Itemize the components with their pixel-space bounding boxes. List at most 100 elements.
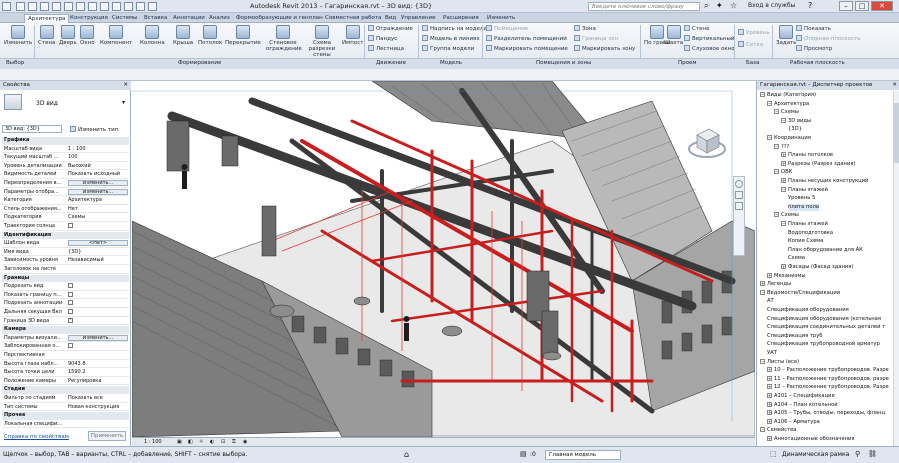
browser-tree-item[interactable]: +10 – Расположение трубопроводов. Разре: [767, 367, 889, 374]
room-separator-button[interactable]: Разделитель помещений: [486, 35, 567, 43]
tab-systems[interactable]: Системы: [109, 14, 141, 23]
property-row[interactable]: Масштаб вида 1 : 100: [2, 146, 129, 154]
thin-lines-icon[interactable]: [124, 2, 133, 11]
door-button[interactable]: Дверь: [59, 25, 77, 46]
3d-model-render[interactable]: [132, 81, 755, 437]
text-icon[interactable]: [88, 2, 97, 11]
browser-tree-item[interactable]: − Виды (Категория): [760, 92, 816, 99]
group-room-label[interactable]: Помещения и зоны: [536, 60, 591, 66]
property-category[interactable]: Идентификация: [2, 231, 129, 240]
property-checkbox[interactable]: [68, 223, 73, 228]
search-input[interactable]: Введите ключевое слово/фразу: [588, 2, 700, 11]
collapse-icon[interactable]: −: [781, 221, 786, 226]
property-category[interactable]: Камера: [2, 326, 129, 334]
level-button[interactable]: Уровень: [738, 29, 770, 37]
browser-tree-item[interactable]: + А104 – План котельной: [767, 401, 838, 409]
browser-tree-item[interactable]: − Планы этажей: [781, 221, 828, 228]
print-icon[interactable]: [64, 2, 73, 11]
close-button[interactable]: ✕: [871, 1, 893, 11]
design-option-select[interactable]: Главная модель: [545, 450, 621, 460]
crop-view-icon[interactable]: ⊡: [221, 438, 225, 446]
grid-button[interactable]: Сетка: [738, 41, 763, 49]
section-icon[interactable]: [112, 2, 121, 11]
property-edit-button[interactable]: Изменить...: [68, 180, 128, 186]
collapse-icon[interactable]: −: [760, 358, 765, 364]
tab-architecture[interactable]: Архитектура: [24, 14, 70, 23]
apply-button[interactable]: Применить: [88, 431, 126, 441]
browser-tree-item[interactable]: + Легенды: [760, 281, 791, 288]
stair-button[interactable]: Лестница: [368, 45, 404, 53]
property-row[interactable]: Уровень детализации Высокий: [2, 163, 129, 171]
maximize-button[interactable]: □: [855, 1, 869, 11]
select-links-icon[interactable]: ⛓: [868, 450, 877, 458]
browser-tree-item[interactable]: − Листы (все): [760, 358, 799, 366]
property-row[interactable]: Заголовок на листе: [2, 266, 129, 274]
browser-tree-item[interactable]: + Планы несущих конструкций: [781, 178, 868, 185]
instance-selector[interactable]: 3D вид: {3D}: [2, 125, 62, 133]
browser-tree-item[interactable]: + Механизмы: [767, 272, 805, 280]
shadows-icon[interactable]: ◐: [210, 438, 214, 446]
property-row[interactable]: Имя вида {3D}: [2, 249, 129, 257]
property-row[interactable]: Стиль отображения... Нет: [2, 206, 129, 214]
close-icon[interactable]: ✕: [123, 81, 128, 90]
property-row[interactable]: Локальная специфи...: [2, 421, 129, 429]
collapse-icon[interactable]: −: [774, 212, 779, 218]
property-row[interactable]: Категория Архитектура: [2, 197, 129, 205]
undo-icon[interactable]: [40, 2, 49, 11]
tab-view[interactable]: Вид: [382, 14, 399, 23]
browser-tree-item[interactable]: +11 – Расположение трубопроводов. разре: [767, 375, 889, 383]
edit-type-button[interactable]: Изменить тип: [70, 126, 118, 133]
model-text-button[interactable]: Надпись на модели: [422, 25, 487, 33]
collapse-icon[interactable]: −: [774, 109, 779, 115]
view-cube[interactable]: [687, 121, 727, 161]
collapse-icon[interactable]: −: [767, 100, 772, 106]
minimize-button[interactable]: –: [839, 1, 853, 11]
tag-area-button[interactable]: Маркировать зону: [574, 45, 635, 53]
expand-icon[interactable]: +: [767, 418, 772, 424]
open-icon[interactable]: [16, 2, 25, 11]
group-select-label[interactable]: Выбор: [6, 60, 24, 66]
filter-icon[interactable]: ⚲: [855, 450, 860, 458]
zoom-icon[interactable]: [735, 191, 743, 199]
vertical-opening-button[interactable]: Вертикальный: [684, 35, 734, 43]
property-checkbox[interactable]: [68, 343, 73, 349]
browser-tree-item[interactable]: Спецификация труб: [767, 333, 822, 340]
expand-icon[interactable]: +: [760, 281, 765, 287]
property-checkbox[interactable]: [68, 317, 73, 323]
3d-view-icon[interactable]: [100, 2, 109, 11]
browser-tree-item[interactable]: −???: [774, 143, 789, 151]
property-checkbox[interactable]: [68, 283, 73, 289]
property-row[interactable]: Переопределения в... Изменить...: [2, 180, 129, 188]
properties-help-link[interactable]: Справка по свойствам: [4, 434, 69, 440]
column-button[interactable]: Колонна: [140, 25, 165, 46]
expand-icon[interactable]: +: [781, 264, 786, 269]
browser-tree-item[interactable]: Копия Схема: [788, 238, 823, 245]
property-row[interactable]: Тип системы Новая конструкция: [2, 404, 129, 412]
property-edit-button[interactable]: Изменить...: [68, 188, 128, 195]
browser-tree-item[interactable]: Спецификация оборудования (котельная: [767, 316, 881, 323]
browser-tree-item[interactable]: плита пола: [788, 203, 819, 211]
star-icon[interactable]: ☆: [730, 1, 737, 10]
expand-icon[interactable]: +: [767, 384, 772, 390]
steering-wheel-icon[interactable]: [735, 180, 743, 188]
collapse-icon[interactable]: −: [781, 117, 786, 123]
property-row[interactable]: Высота точки цели 1590.2: [2, 369, 129, 377]
curtain-system-button[interactable]: Стеновое ограждение: [266, 25, 302, 52]
expand-icon[interactable]: +: [767, 410, 772, 416]
property-category[interactable]: Прочее: [2, 412, 129, 420]
collapse-icon[interactable]: −: [774, 143, 779, 149]
browser-tree-item[interactable]: − Схемы: [774, 109, 799, 116]
expand-icon[interactable]: +: [781, 152, 786, 158]
property-row[interactable]: Положение камеры Регулировка: [2, 378, 129, 386]
property-row[interactable]: Подрезать вид: [2, 283, 129, 291]
browser-tree-item[interactable]: + Планы потолков: [781, 152, 833, 159]
ref-plane-button[interactable]: Опорная плоскость: [796, 35, 860, 43]
property-row[interactable]: Видимость деталей Показать исходный: [2, 171, 129, 179]
browser-tree-item[interactable]: − Схемы: [774, 212, 799, 219]
area-boundary-button[interactable]: Граница зон: [574, 35, 618, 43]
sun-path-icon[interactable]: ☼: [199, 438, 203, 446]
browser-tree-item[interactable]: − Планы этажей: [781, 186, 828, 194]
property-row[interactable]: Заблокированная о...: [2, 343, 129, 351]
close-hidden-icon[interactable]: [136, 2, 145, 11]
worksets-icon[interactable]: ⌂: [404, 450, 409, 459]
